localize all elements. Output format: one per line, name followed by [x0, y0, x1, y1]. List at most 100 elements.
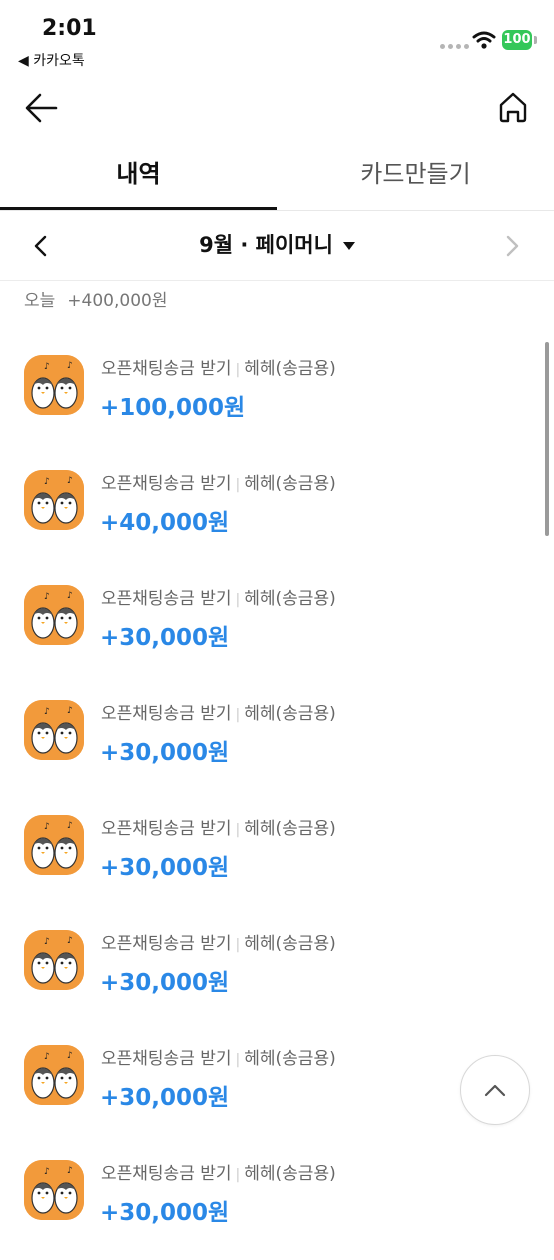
transaction-title-line: 오픈채팅송금 받기 | 헤헤(송금용) — [101, 1159, 336, 1184]
transaction-item[interactable]: ♪ ♪ 오픈채팅송금 받기 | 헤헤(송금용) +100,000원 — [0, 340, 554, 455]
transaction-title-line: 오픈채팅송금 받기 | 헤헤(송금용) — [101, 469, 336, 494]
penguin-avatar-image: ♪ ♪ — [24, 355, 84, 415]
transaction-counterparty: 헤헤(송금용) — [244, 934, 336, 954]
transaction-amount: +30,000원 — [100, 970, 230, 996]
svg-text:♪: ♪ — [67, 706, 73, 716]
transaction-item[interactable]: ♪ ♪ 오픈채팅송금 받기 | 헤헤(송금용) +30,000원 — [0, 570, 554, 685]
svg-text:♪: ♪ — [67, 476, 73, 486]
svg-text:♪: ♪ — [67, 821, 73, 831]
transaction-item[interactable]: ♪ ♪ 오픈채팅송금 받기 | 헤헤(송금용) +30,000원 — [0, 800, 554, 915]
divider: | — [235, 592, 241, 608]
transaction-counterparty: 헤헤(송금용) — [244, 1164, 336, 1184]
transaction-title: 오픈채팅송금 받기 — [101, 704, 232, 724]
transaction-title-line: 오픈채팅송금 받기 | 헤헤(송금용) — [101, 699, 336, 724]
penguin-avatar-image: ♪ ♪ — [24, 1160, 84, 1220]
transaction-amount: +100,000원 — [100, 395, 246, 421]
svg-text:♪: ♪ — [44, 1167, 50, 1177]
transaction-title-line: 오픈채팅송금 받기 | 헤헤(송금용) — [101, 354, 336, 379]
avatar: ♪ ♪ — [24, 930, 84, 990]
transaction-title-line: 오픈채팅송금 받기 | 헤헤(송금용) — [101, 584, 336, 609]
penguin-avatar-image: ♪ ♪ — [24, 930, 84, 990]
month-label: 9월 · 페이머니 — [199, 233, 333, 257]
transaction-counterparty: 헤헤(송금용) — [244, 1049, 336, 1069]
top-nav — [0, 80, 554, 136]
scroll-to-top-button[interactable] — [460, 1055, 530, 1125]
penguin-avatar-image: ♪ ♪ — [24, 585, 84, 645]
transaction-title-line: 오픈채팅송금 받기 | 헤헤(송금용) — [101, 814, 336, 839]
svg-text:♪: ♪ — [44, 592, 50, 602]
transaction-title: 오픈채팅송금 받기 — [101, 1049, 232, 1069]
svg-text:♪: ♪ — [67, 361, 73, 371]
transaction-item[interactable]: ♪ ♪ 오픈채팅송금 받기 | 헤헤(송금용) +30,000원 — [0, 915, 554, 1030]
transaction-item[interactable]: ♪ ♪ 오픈채팅송금 받기 | 헤헤(송금용) +30,000원 — [0, 1145, 554, 1260]
transaction-amount: +30,000원 — [100, 625, 230, 651]
transaction-title-line: 오픈채팅송금 받기 | 헤헤(송금용) — [101, 1044, 336, 1069]
scrollbar[interactable] — [545, 342, 549, 536]
signal-icon — [440, 44, 469, 49]
penguin-avatar-image: ♪ ♪ — [24, 815, 84, 875]
day-header: 오늘 +400,000원 — [24, 286, 167, 311]
tab-history[interactable]: 내역 — [0, 140, 277, 210]
day-label: 오늘 — [24, 291, 56, 311]
divider: | — [235, 362, 241, 378]
transaction-item[interactable]: ♪ ♪ 오픈채팅송금 받기 | 헤헤(송금용) +30,000원 — [0, 685, 554, 800]
svg-text:♪: ♪ — [44, 822, 50, 832]
divider: | — [235, 937, 241, 953]
divider: | — [235, 707, 241, 723]
penguin-avatar-image: ♪ ♪ — [24, 470, 84, 530]
day-total: +400,000원 — [67, 291, 168, 311]
transaction-title: 오픈채팅송금 받기 — [101, 934, 232, 954]
transaction-amount: +30,000원 — [100, 855, 230, 881]
back-arrow-icon[interactable] — [22, 90, 62, 126]
transaction-title: 오픈채팅송금 받기 — [101, 589, 232, 609]
home-icon[interactable] — [494, 88, 532, 126]
transaction-amount: +30,000원 — [100, 1200, 230, 1226]
transaction-amount: +30,000원 — [100, 1085, 230, 1111]
transaction-counterparty: 헤헤(송금용) — [244, 359, 336, 379]
avatar: ♪ ♪ — [24, 815, 84, 875]
penguin-avatar-image: ♪ ♪ — [24, 1045, 84, 1105]
avatar: ♪ ♪ — [24, 1160, 84, 1220]
svg-text:♪: ♪ — [67, 936, 73, 946]
transaction-title: 오픈채팅송금 받기 — [101, 819, 232, 839]
tab-bar: 내역 카드만들기 — [0, 140, 554, 211]
status-bar: 2:01 ◀ 카카오톡 100 — [0, 0, 554, 80]
transaction-amount: +30,000원 — [100, 740, 230, 766]
transaction-counterparty: 헤헤(송금용) — [244, 589, 336, 609]
divider: | — [235, 1052, 241, 1068]
wifi-icon — [472, 31, 496, 49]
battery-indicator: 100 — [502, 30, 532, 50]
status-time: 2:01 — [42, 16, 97, 41]
transaction-title: 오픈채팅송금 받기 — [101, 1164, 232, 1184]
avatar: ♪ ♪ — [24, 1045, 84, 1105]
svg-text:♪: ♪ — [67, 591, 73, 601]
transaction-title: 오픈채팅송금 받기 — [101, 474, 232, 494]
divider: | — [235, 822, 241, 838]
transaction-title: 오픈채팅송금 받기 — [101, 359, 232, 379]
svg-text:♪: ♪ — [44, 707, 50, 717]
transaction-counterparty: 헤헤(송금용) — [244, 819, 336, 839]
transaction-item[interactable]: ♪ ♪ 오픈채팅송금 받기 | 헤헤(송금용) +40,000원 — [0, 455, 554, 570]
svg-text:♪: ♪ — [44, 1052, 50, 1062]
tab-make-card[interactable]: 카드만들기 — [277, 140, 554, 210]
svg-text:♪: ♪ — [44, 937, 50, 947]
svg-text:♪: ♪ — [44, 362, 50, 372]
svg-text:♪: ♪ — [67, 1166, 73, 1176]
back-to-app-link[interactable]: ◀ 카카오톡 — [18, 50, 85, 70]
transaction-counterparty: 헤헤(송금용) — [244, 474, 336, 494]
transaction-list: ♪ ♪ 오픈채팅송금 받기 | 헤헤(송금용) +100,000원 ♪ ♪ 오픈채팅… — [0, 340, 554, 1260]
chevron-right-icon[interactable] — [498, 232, 526, 260]
month-dropdown[interactable]: 9월 · 페이머니 — [0, 212, 554, 278]
caret-down-icon — [342, 242, 355, 250]
avatar: ♪ ♪ — [24, 585, 84, 645]
svg-text:♪: ♪ — [44, 477, 50, 487]
svg-text:♪: ♪ — [67, 1051, 73, 1061]
avatar: ♪ ♪ — [24, 355, 84, 415]
transaction-amount: +40,000원 — [100, 510, 230, 536]
month-selector: 9월 · 페이머니 — [0, 212, 554, 281]
divider: | — [235, 1167, 241, 1183]
avatar: ♪ ♪ — [24, 470, 84, 530]
transaction-title-line: 오픈채팅송금 받기 | 헤헤(송금용) — [101, 929, 336, 954]
chevron-up-icon — [484, 1084, 506, 1097]
battery-tip — [534, 36, 537, 44]
